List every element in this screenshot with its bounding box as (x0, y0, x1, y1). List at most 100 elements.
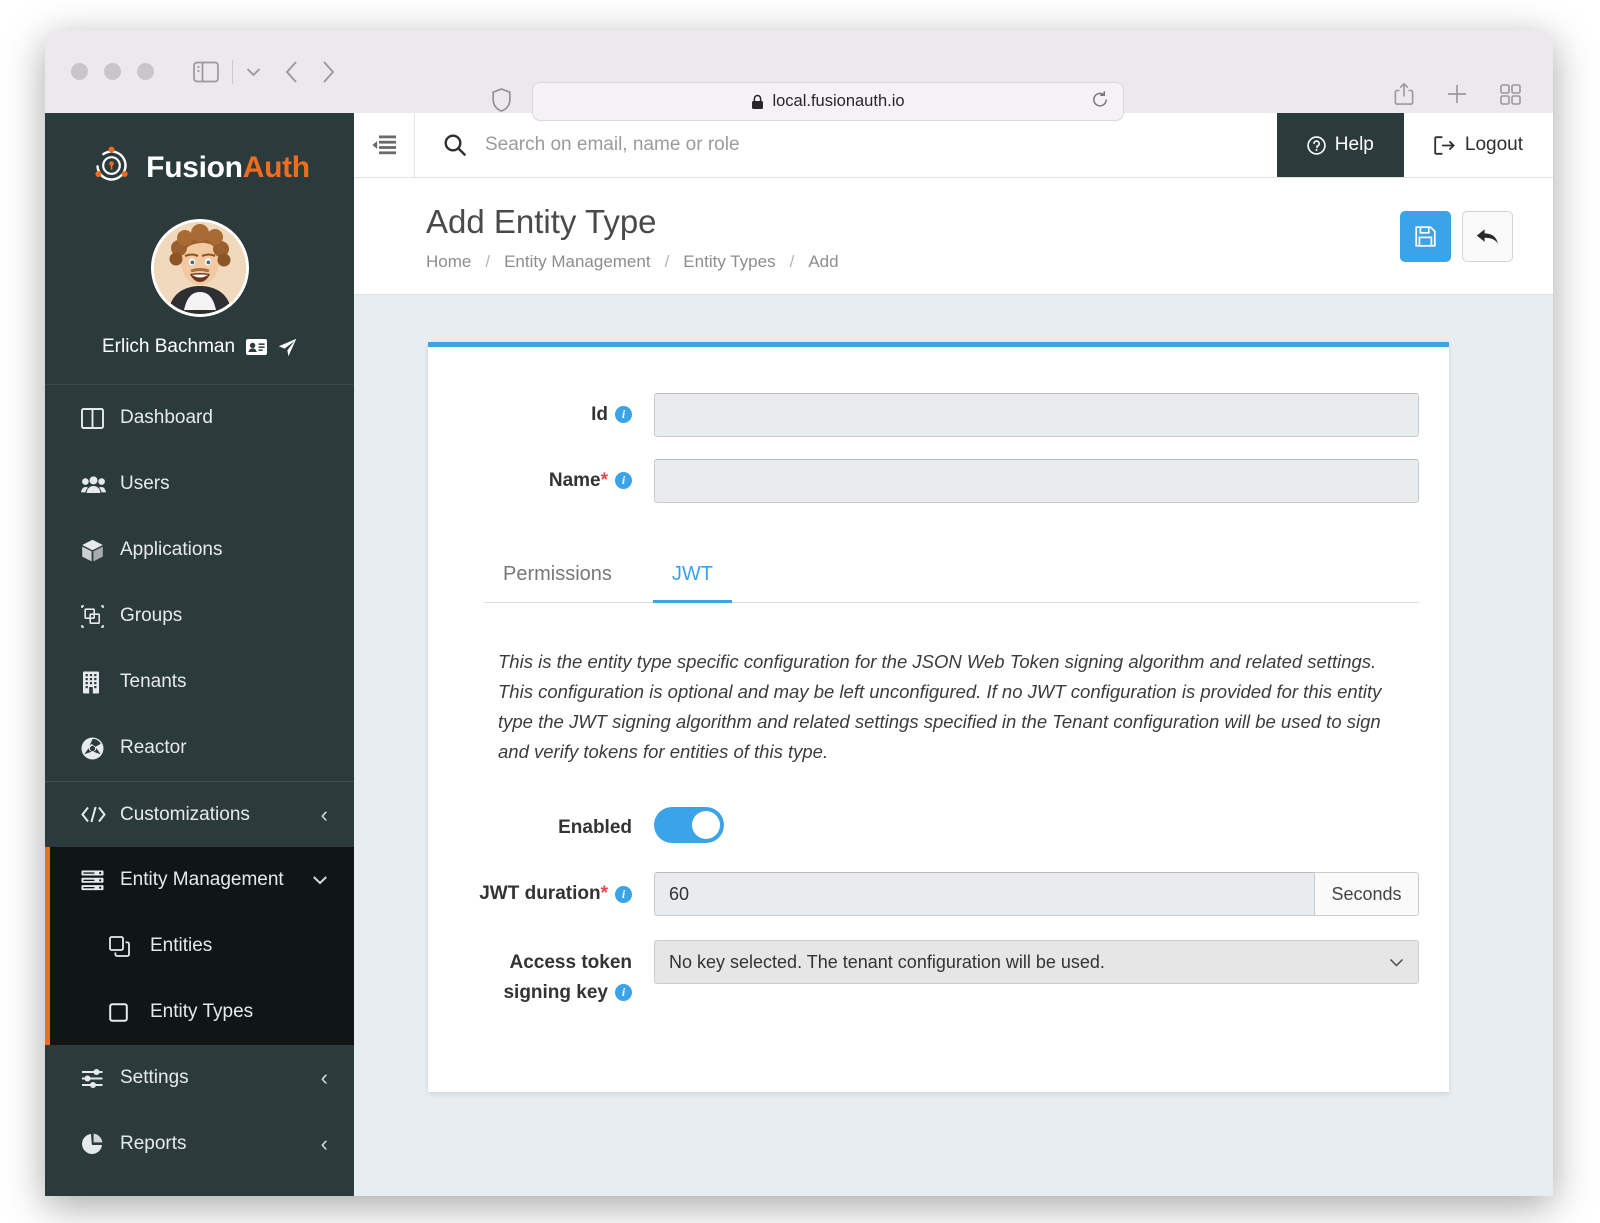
info-icon[interactable]: i (615, 885, 632, 903)
id-card-icon[interactable] (246, 339, 268, 355)
sidebar-item-reports[interactable]: Reports ‹ (45, 1111, 354, 1177)
breadcrumb-item-home[interactable]: Home (426, 252, 471, 272)
sidebar-panel-icon[interactable] (193, 61, 219, 83)
sidebar-item-entity-management[interactable]: Entity Management (50, 847, 354, 913)
breadcrumb-separator: / (664, 251, 670, 271)
applications-box-icon (81, 539, 111, 562)
logout-icon (1434, 135, 1455, 155)
chevron-left-icon[interactable] (285, 60, 299, 84)
browser-navigation[interactable] (285, 60, 335, 84)
lock-icon (751, 94, 764, 110)
dashboard-icon (81, 407, 111, 429)
browser-window: local.fusionauth.io FusionAuth Erlich Ba… (45, 30, 1553, 1196)
id-label-text: Id (591, 403, 608, 425)
sidebar-item-dashboard[interactable]: Dashboard (45, 385, 354, 451)
tab-bar: Permissions JWT (484, 551, 1419, 603)
sidebar-item-entity-types[interactable]: Entity Types (50, 979, 354, 1045)
browser-toolbar-right[interactable] (1394, 82, 1521, 106)
sidebar-item-applications[interactable]: Applications (45, 517, 354, 583)
sidebar-item-settings[interactable]: Settings ‹ (45, 1045, 354, 1111)
chevron-left-icon[interactable]: ‹ (321, 802, 328, 828)
window-controls[interactable] (71, 63, 154, 80)
sidebar-item-groups[interactable]: Groups (45, 583, 354, 649)
sidebar-item-customizations[interactable]: Customizations ‹ (45, 781, 354, 847)
copy-squares-icon (109, 935, 137, 957)
chevron-left-icon[interactable]: ‹ (321, 1065, 328, 1091)
username-row[interactable]: Erlich Bachman (45, 336, 354, 384)
info-icon[interactable]: i (615, 472, 632, 490)
paper-plane-icon[interactable] (278, 338, 297, 357)
share-icon[interactable] (1394, 82, 1414, 106)
enabled-toggle[interactable] (654, 807, 724, 844)
sidebar-item-label: Tenants (120, 671, 187, 692)
signing-key-select[interactable]: No key selected. The tenant configuratio… (654, 940, 1419, 985)
avatar[interactable] (150, 219, 249, 317)
page-title: Add Entity Type (426, 203, 657, 240)
jwt-duration-input-group: Seconds (654, 872, 1419, 917)
help-label: Help (1334, 134, 1374, 155)
chevron-right-icon[interactable] (321, 60, 335, 84)
chevron-down-icon[interactable] (312, 875, 328, 885)
reactor-icon (81, 737, 111, 760)
sidebar-item-tenants[interactable]: Tenants (45, 649, 354, 715)
chevron-down-icon[interactable] (246, 67, 261, 77)
fusionauth-app: FusionAuth Erlich Bachman Dashboard User… (45, 113, 1553, 1196)
help-button[interactable]: Help (1276, 113, 1404, 177)
id-input[interactable] (654, 392, 1419, 437)
sidebar-item-reactor[interactable]: Reactor (45, 715, 354, 781)
app-topbar: Help Logout (354, 113, 1553, 178)
sidebar-item-label: Users (120, 473, 170, 494)
reload-icon[interactable] (1091, 90, 1109, 113)
info-icon[interactable]: i (615, 406, 632, 424)
sidebar-subitem-label: Entities (150, 935, 213, 956)
info-icon[interactable]: i (615, 983, 632, 1001)
breadcrumb-separator: / (485, 251, 491, 271)
chevron-left-icon[interactable]: ‹ (321, 1131, 328, 1157)
jwt-fields: Enabled JWT duration* i 60 Seconds Acces… (428, 807, 1449, 1006)
logout-button[interactable]: Logout (1403, 113, 1553, 177)
toolbar-divider (232, 59, 233, 84)
breadcrumb-separator: / (789, 251, 795, 271)
shield-icon[interactable] (492, 88, 511, 117)
content-area: Id i Name* i Permissions JWT This is the… (354, 295, 1553, 1196)
tab-jwt[interactable]: JWT (652, 551, 733, 603)
address-bar-container[interactable]: local.fusionauth.io (532, 82, 1124, 121)
question-circle-icon (1307, 135, 1326, 155)
search-area[interactable] (415, 113, 1277, 177)
close-window-button[interactable] (71, 63, 88, 80)
sidebar-item-label: Groups (120, 605, 183, 626)
field-row-name: Name* i (428, 458, 1449, 503)
maximize-window-button[interactable] (137, 63, 154, 80)
jwt-duration-label: JWT duration* i (428, 883, 654, 905)
field-row-enabled: Enabled (428, 807, 1449, 848)
breadcrumb-item-entity-management[interactable]: Entity Management (504, 252, 650, 272)
sidebar-item-entities[interactable]: Entities (50, 913, 354, 979)
grid-icon[interactable] (1500, 83, 1521, 105)
chevron-down-icon[interactable] (1389, 958, 1404, 967)
breadcrumb-item-entity-types[interactable]: Entity Types (683, 252, 775, 272)
jwt-duration-input[interactable] (654, 872, 1314, 917)
toggle-knob (692, 811, 720, 840)
collapse-sidebar-icon[interactable] (354, 113, 415, 177)
plus-icon[interactable] (1446, 83, 1468, 105)
back-button[interactable] (1462, 211, 1513, 262)
search-input[interactable] (485, 134, 1277, 156)
avatar-container[interactable] (45, 219, 354, 317)
sidebar-group-entity-management: Entity Management Entities Entity Types (45, 847, 354, 1045)
sidebar-item-label: Entity Management (120, 869, 284, 890)
users-icon (81, 475, 111, 494)
id-label: Id i (428, 404, 654, 426)
breadcrumb-item-add: Add (808, 251, 839, 271)
tab-permissions[interactable]: Permissions (484, 551, 631, 603)
save-button[interactable] (1400, 211, 1451, 262)
minimize-window-button[interactable] (104, 63, 121, 80)
brand-logo[interactable]: FusionAuth (45, 113, 354, 215)
name-label-text: Name (548, 469, 601, 491)
name-input[interactable] (654, 458, 1419, 503)
address-bar[interactable]: local.fusionauth.io (532, 82, 1124, 121)
jwt-duration-unit: Seconds (1314, 872, 1419, 917)
sidebar-item-label: Reports (120, 1133, 187, 1154)
sidebar-item-users[interactable]: Users (45, 451, 354, 517)
server-stack-icon (81, 870, 111, 891)
sidebar-item-label: Settings (120, 1067, 189, 1088)
